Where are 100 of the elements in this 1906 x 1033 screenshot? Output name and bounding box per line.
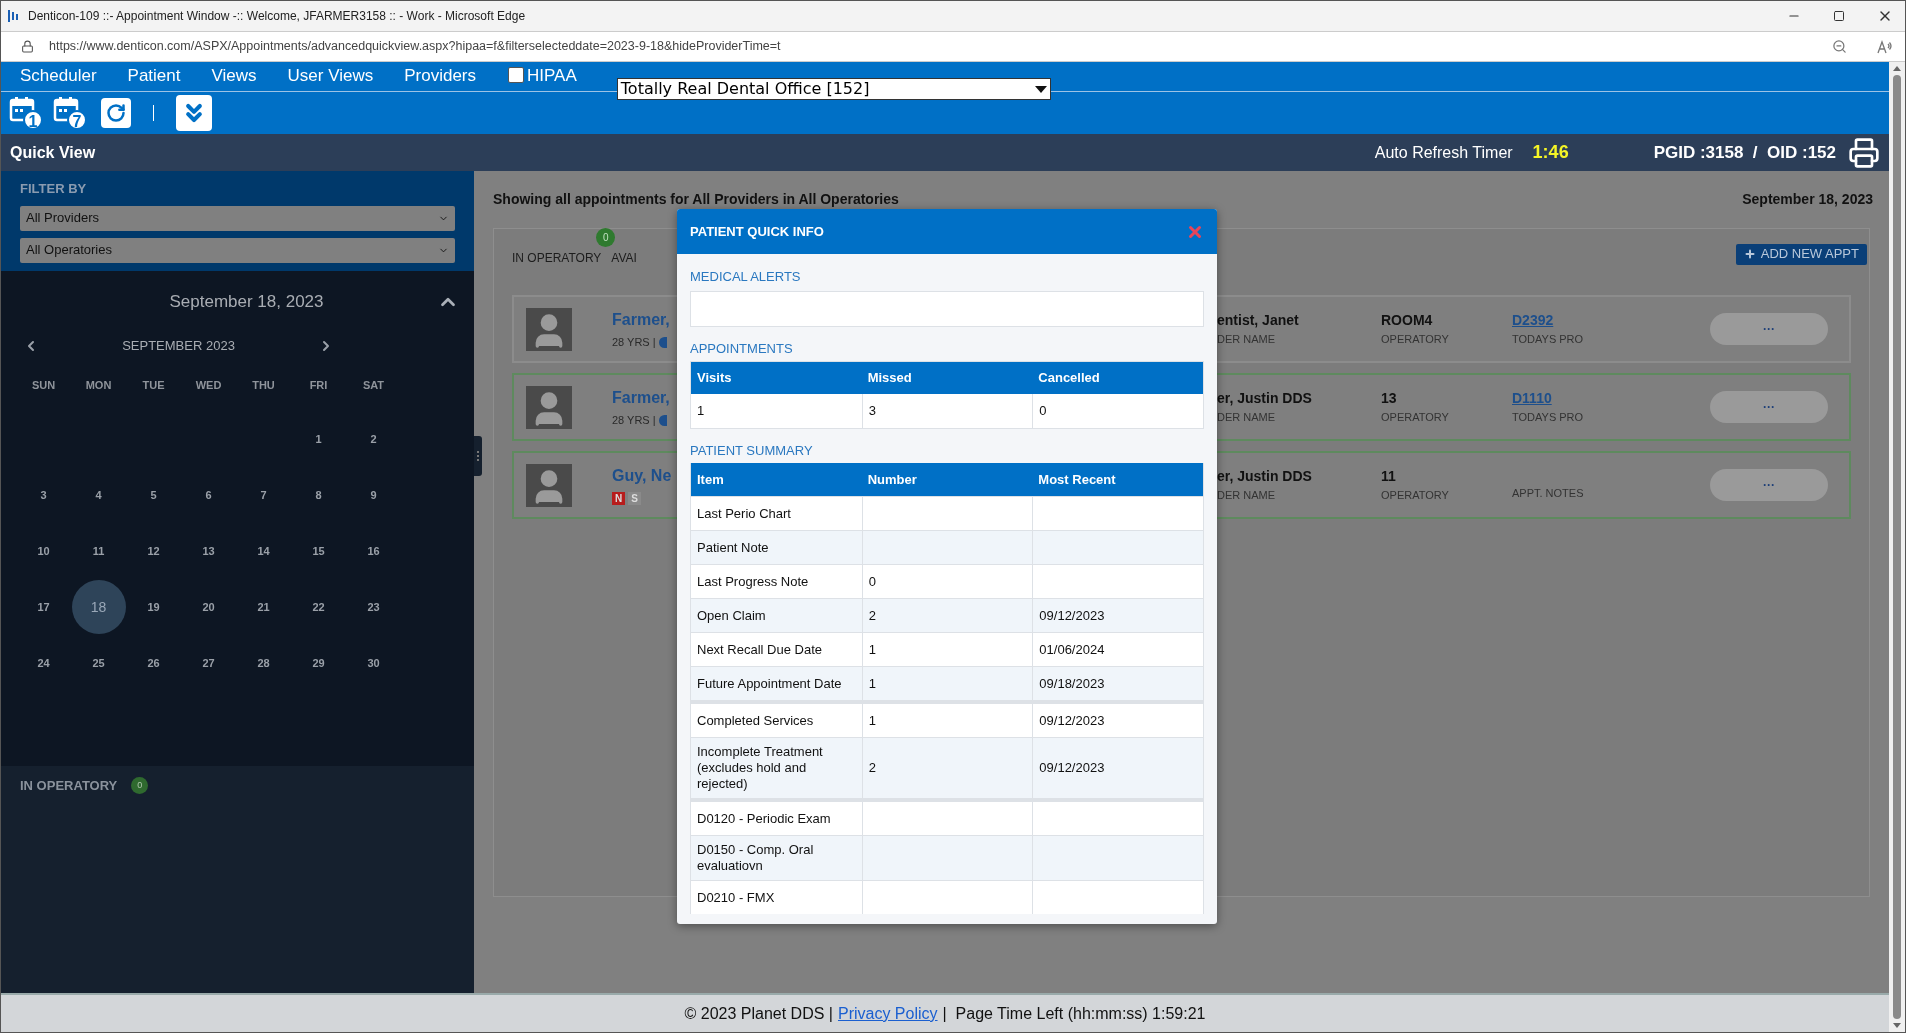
page-title: Quick View <box>10 142 96 163</box>
menu-item[interactable]: Views <box>211 62 257 88</box>
table-cell-text: Incomplete Treatment (excludes hold and rejected) <box>696 743 824 793</box>
provider-name: entist, Janet <box>1217 311 1300 331</box>
weekday-label: TUE <box>141 378 166 393</box>
menu-item[interactable]: Scheduler <box>20 62 97 88</box>
patient-age: 28 YRS | <box>612 413 656 429</box>
table-cell-text: Open Claim <box>696 606 767 625</box>
calendar-day[interactable]: 19 <box>147 598 160 616</box>
calendar-day[interactable]: 11 <box>92 542 105 560</box>
menu-item[interactable]: Providers <box>404 62 476 88</box>
weekday-label: SUN <box>30 378 57 393</box>
operatory-value: ROOM4 <box>1381 311 1434 331</box>
day-view-button[interactable]: 1 <box>9 96 43 130</box>
status-tab[interactable]: IN OPERATORY <box>512 249 602 267</box>
calendar-day[interactable]: 28 <box>257 654 270 672</box>
provider-label: DER NAME <box>1217 410 1277 426</box>
calendar-day[interactable]: 25 <box>92 654 105 672</box>
section-heading: APPOINTMENTS <box>690 340 794 358</box>
weekday-label: WED <box>194 378 223 393</box>
patient-age: 28 YRS | <box>612 335 656 351</box>
calendar-day[interactable]: 15 <box>312 542 325 560</box>
office-select[interactable]: Totally Real Dental Office [152] <box>616 78 1051 100</box>
table-cell-text: Last Progress Note <box>696 572 810 591</box>
calendar-day[interactable]: 13 <box>202 542 215 560</box>
filter-summary: Showing all appointments for All Providers in All Operatories <box>493 190 899 209</box>
calendar-day[interactable]: 26 <box>147 654 160 672</box>
calendar-day[interactable]: 16 <box>367 542 380 560</box>
column-header: Cancelled <box>1032 362 1203 394</box>
privacy-policy-link[interactable]: Privacy Policy <box>837 1001 938 1026</box>
month-title: SEPTEMBER 2023 <box>121 337 236 356</box>
procedure-label: TODAYS PRO <box>1512 410 1585 426</box>
calendar-day[interactable]: 3 <box>40 486 47 504</box>
more-button[interactable]: ··· <box>1710 391 1828 423</box>
timer-label: Auto Refresh Timer <box>1374 142 1513 163</box>
more-button[interactable]: ··· <box>1710 313 1828 345</box>
calendar-day[interactable]: 10 <box>37 542 50 560</box>
operatory-value: 13 <box>1381 389 1398 409</box>
calendar-day[interactable]: 20 <box>202 598 215 616</box>
operatory-select[interactable]: All Operatories <box>20 237 455 263</box>
provider-select[interactable]: All Providers <box>20 205 455 231</box>
calendar-day[interactable]: 6 <box>205 486 212 504</box>
calendar-day[interactable]: 9 <box>370 486 377 504</box>
weekday-label: THU <box>251 378 276 393</box>
calendar-day[interactable]: 17 <box>37 598 50 616</box>
filter-heading: FILTER BY <box>20 180 88 198</box>
calendar-day[interactable]: 27 <box>202 654 215 672</box>
table-cell-text: Patient Note <box>696 538 770 557</box>
status-tab[interactable]: AVAI <box>611 249 637 267</box>
flag-tag: S <box>628 492 641 505</box>
week-view-button[interactable]: 7 <box>53 96 87 130</box>
menu-item[interactable]: User Views <box>287 62 374 88</box>
procedure-label: TODAYS PRO <box>1512 332 1585 348</box>
flag-tag: N <box>612 492 625 505</box>
time-left-text: | Page Time Left (hh:mm:ss) 1:59:21 <box>942 1003 1206 1024</box>
copyright-text: © 2023 Planet DDS | <box>684 1003 833 1024</box>
more-button[interactable]: ··· <box>1710 469 1828 501</box>
calendar-day[interactable]: 22 <box>312 598 325 616</box>
table-cell-text: D0210 - FMX <box>696 888 776 907</box>
operatory-label: OPERATORY <box>1381 332 1450 348</box>
count-badge: 0 <box>131 777 149 795</box>
timer-value: 1:46 <box>1532 141 1569 164</box>
calendar-day[interactable]: 21 <box>257 598 270 616</box>
menu-item[interactable]: Patient <box>127 62 181 88</box>
operatory-label: OPERATORY <box>1381 488 1450 504</box>
section-title: IN OPERATORY <box>20 777 118 795</box>
calendar-day[interactable]: 14 <box>257 542 270 560</box>
operatory-value: 11 <box>1381 467 1397 487</box>
column-header: Number <box>861 463 1033 496</box>
calendar-day[interactable]: 2 <box>370 430 377 448</box>
hipaa-checkbox[interactable]: HIPAA <box>508 62 577 91</box>
calendar-day[interactable]: 1 <box>315 430 322 448</box>
provider-label: DER NAME <box>1217 488 1277 504</box>
provider-name: er, Justin DDS <box>1217 467 1313 487</box>
window-title: Denticon-109 ::- Appointment Window -:: Welcome, JFARMER3158 :: - Work - Microsoft Edge <box>28 8 526 25</box>
column-header: Visits <box>691 362 862 394</box>
operatory-label: OPERATORY <box>1381 410 1450 426</box>
calendar-day[interactable]: 12 <box>147 542 160 560</box>
selected-date: September 18, 2023 <box>168 291 325 314</box>
table-cell: 1 <box>691 394 862 428</box>
calendar-day[interactable]: 5 <box>150 486 157 504</box>
address-field[interactable]: https://www.denticon.com/ASPX/Appointments/advancedquickview.aspx?hipaa=f&filterselecteddate=2023-9-18&hideProviderTime=t <box>49 37 1832 56</box>
calendar-day[interactable]: 30 <box>367 654 380 672</box>
column-header: Missed <box>861 362 1033 394</box>
calendar-day[interactable]: 4 <box>95 486 102 504</box>
weekday-label: SAT <box>361 378 386 393</box>
count-badge: 0 <box>596 228 616 247</box>
current-date: September 18, 2023 <box>1742 190 1873 209</box>
add-appointment-button[interactable]: ADD NEW APPT <box>1735 243 1867 265</box>
calendar-day[interactable]: 8 <box>315 486 322 504</box>
calendar-day[interactable]: 23 <box>367 598 380 616</box>
calendar-day[interactable]: 7 <box>260 486 267 504</box>
office-ids: PGID :3158 / OID :152 <box>1653 141 1836 164</box>
weekday-label: FRI <box>308 378 329 393</box>
table-cell-text: Completed Services <box>696 711 815 730</box>
calendar-day[interactable]: 29 <box>312 654 325 672</box>
calendar-day[interactable]: 18 <box>71 580 126 634</box>
column-header: Most Recent <box>1032 463 1203 496</box>
procedure-label: APPT. NOTES <box>1512 486 1585 502</box>
calendar-day[interactable]: 24 <box>37 654 50 672</box>
